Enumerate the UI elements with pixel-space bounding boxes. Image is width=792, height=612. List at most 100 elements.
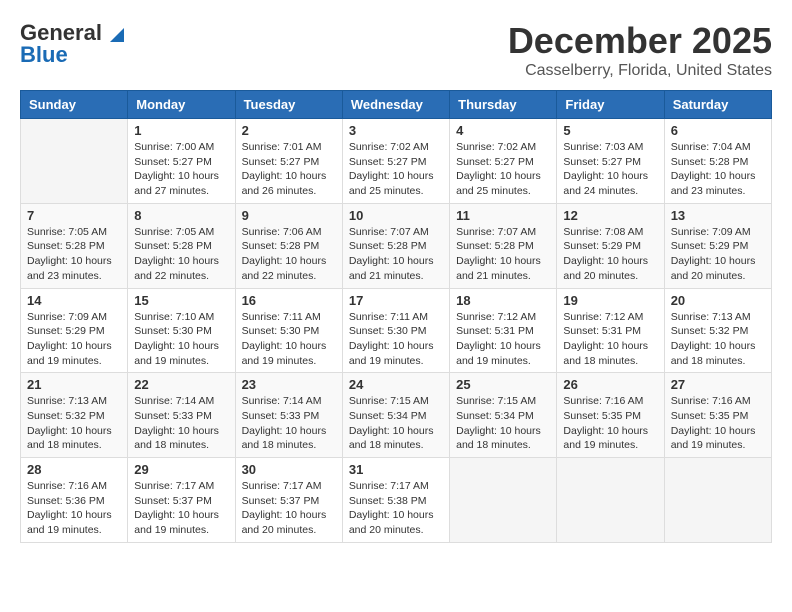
day-info: Sunrise: 7:10 AMSunset: 5:30 PMDaylight:… bbox=[134, 310, 228, 369]
calendar-cell: 29 Sunrise: 7:17 AMSunset: 5:37 PMDayligh… bbox=[128, 458, 235, 543]
calendar-cell: 1 Sunrise: 7:00 AMSunset: 5:27 PMDaylight… bbox=[128, 119, 235, 204]
calendar-cell: 17 Sunrise: 7:11 AMSunset: 5:30 PMDayligh… bbox=[342, 288, 449, 373]
day-info: Sunrise: 7:02 AMSunset: 5:27 PMDaylight:… bbox=[456, 140, 550, 199]
weekday-header-row: SundayMondayTuesdayWednesdayThursdayFrid… bbox=[21, 91, 772, 119]
header-sunday: Sunday bbox=[21, 91, 128, 119]
day-number: 16 bbox=[242, 293, 336, 308]
calendar-cell: 24 Sunrise: 7:15 AMSunset: 5:34 PMDayligh… bbox=[342, 373, 449, 458]
day-info: Sunrise: 7:17 AMSunset: 5:37 PMDaylight:… bbox=[134, 479, 228, 538]
calendar-cell: 30 Sunrise: 7:17 AMSunset: 5:37 PMDayligh… bbox=[235, 458, 342, 543]
day-number: 31 bbox=[349, 462, 443, 477]
week-row-5: 28Sunrise: 7:16 AMSunset: 5:36 PMDayligh… bbox=[21, 458, 772, 543]
calendar-cell: 5 Sunrise: 7:03 AMSunset: 5:27 PMDaylight… bbox=[557, 119, 664, 204]
week-row-4: 21 Sunrise: 7:13 AMSunset: 5:32 PMDayligh… bbox=[21, 373, 772, 458]
calendar-cell: 14Sunrise: 7:09 AMSunset: 5:29 PMDayligh… bbox=[21, 288, 128, 373]
day-number: 20 bbox=[671, 293, 765, 308]
day-number: 25 bbox=[456, 377, 550, 392]
calendar-cell: 27 Sunrise: 7:16 AMSunset: 5:35 PMDayligh… bbox=[664, 373, 771, 458]
day-info: Sunrise: 7:13 AMSunset: 5:32 PMDaylight:… bbox=[27, 394, 121, 453]
day-number: 13 bbox=[671, 208, 765, 223]
calendar-cell bbox=[664, 458, 771, 543]
day-number: 23 bbox=[242, 377, 336, 392]
calendar-cell bbox=[450, 458, 557, 543]
day-info: Sunrise: 7:00 AMSunset: 5:27 PMDaylight:… bbox=[134, 140, 228, 199]
calendar-cell: 19Sunrise: 7:12 AMSunset: 5:31 PMDayligh… bbox=[557, 288, 664, 373]
day-info: Sunrise: 7:01 AMSunset: 5:27 PMDaylight:… bbox=[242, 140, 336, 199]
day-info: Sunrise: 7:14 AMSunset: 5:33 PMDaylight:… bbox=[134, 394, 228, 453]
calendar-cell: 15 Sunrise: 7:10 AMSunset: 5:30 PMDayligh… bbox=[128, 288, 235, 373]
location: Casselberry, Florida, United States bbox=[508, 62, 772, 80]
calendar-cell: 4 Sunrise: 7:02 AMSunset: 5:27 PMDaylight… bbox=[450, 119, 557, 204]
logo-icon bbox=[106, 22, 128, 44]
calendar-cell: 23 Sunrise: 7:14 AMSunset: 5:33 PMDayligh… bbox=[235, 373, 342, 458]
day-info: Sunrise: 7:08 AMSunset: 5:29 PMDaylight:… bbox=[563, 225, 657, 284]
calendar-cell: 12 Sunrise: 7:08 AMSunset: 5:29 PMDayligh… bbox=[557, 203, 664, 288]
week-row-3: 14Sunrise: 7:09 AMSunset: 5:29 PMDayligh… bbox=[21, 288, 772, 373]
day-number: 15 bbox=[134, 293, 228, 308]
calendar-cell: 7Sunrise: 7:05 AMSunset: 5:28 PMDaylight… bbox=[21, 203, 128, 288]
day-info: Sunrise: 7:15 AMSunset: 5:34 PMDaylight:… bbox=[349, 394, 443, 453]
day-number: 21 bbox=[27, 377, 121, 392]
logo-blue-text: Blue bbox=[20, 42, 68, 68]
day-info: Sunrise: 7:05 AMSunset: 5:28 PMDaylight:… bbox=[134, 225, 228, 284]
day-number: 8 bbox=[134, 208, 228, 223]
day-info: Sunrise: 7:12 AMSunset: 5:31 PMDaylight:… bbox=[563, 310, 657, 369]
calendar-cell: 18Sunrise: 7:12 AMSunset: 5:31 PMDayligh… bbox=[450, 288, 557, 373]
day-number: 4 bbox=[456, 123, 550, 138]
logo: General Blue bbox=[20, 20, 128, 68]
day-number: 29 bbox=[134, 462, 228, 477]
header-thursday: Thursday bbox=[450, 91, 557, 119]
day-info: Sunrise: 7:13 AMSunset: 5:32 PMDaylight:… bbox=[671, 310, 765, 369]
header-friday: Friday bbox=[557, 91, 664, 119]
week-row-2: 7 Sunrise: 7:05 AMSunset: 5:28 PMDaylight… bbox=[21, 203, 772, 288]
day-info: Sunrise: 7:16 AMSunset: 5:35 PMDaylight:… bbox=[671, 394, 765, 453]
day-info: Sunrise: 7:07 AMSunset: 5:28 PMDaylight:… bbox=[456, 225, 550, 284]
day-number: 24 bbox=[349, 377, 443, 392]
day-info: Sunrise: 7:11 AMSunset: 5:30 PMDaylight:… bbox=[242, 310, 336, 369]
day-number: 30 bbox=[242, 462, 336, 477]
calendar-cell bbox=[21, 119, 128, 204]
day-info: Sunrise: 7:17 AMSunset: 5:37 PMDaylight:… bbox=[242, 479, 336, 538]
day-info: Sunrise: 7:03 AMSunset: 5:27 PMDaylight:… bbox=[563, 140, 657, 199]
header-tuesday: Tuesday bbox=[235, 91, 342, 119]
calendar-cell: 13 Sunrise: 7:09 AMSunset: 5:29 PMDayligh… bbox=[664, 203, 771, 288]
day-number: 11 bbox=[456, 208, 550, 223]
header: General Blue December 2025 Casselberry, … bbox=[20, 20, 772, 80]
day-number: 2 bbox=[242, 123, 336, 138]
day-number: 7 bbox=[27, 208, 121, 223]
day-info: Sunrise: 7:16 AMSunset: 5:36 PMDaylight:… bbox=[27, 479, 121, 538]
day-info: Sunrise: 7:07 AMSunset: 5:28 PMDaylight:… bbox=[349, 225, 443, 284]
day-number: 26 bbox=[563, 377, 657, 392]
calendar-cell: 31Sunrise: 7:17 AMSunset: 5:38 PMDayligh… bbox=[342, 458, 449, 543]
calendar-cell: 16 Sunrise: 7:11 AMSunset: 5:30 PMDayligh… bbox=[235, 288, 342, 373]
day-number: 6 bbox=[671, 123, 765, 138]
day-number: 18 bbox=[456, 293, 550, 308]
calendar-cell: 11 Sunrise: 7:07 AMSunset: 5:28 PMDayligh… bbox=[450, 203, 557, 288]
day-info: Sunrise: 7:14 AMSunset: 5:33 PMDaylight:… bbox=[242, 394, 336, 453]
calendar-cell: 3Sunrise: 7:02 AMSunset: 5:27 PMDaylight… bbox=[342, 119, 449, 204]
week-row-1: 1 Sunrise: 7:00 AMSunset: 5:27 PMDaylight… bbox=[21, 119, 772, 204]
day-info: Sunrise: 7:15 AMSunset: 5:34 PMDaylight:… bbox=[456, 394, 550, 453]
calendar-cell: 2 Sunrise: 7:01 AMSunset: 5:27 PMDaylight… bbox=[235, 119, 342, 204]
day-info: Sunrise: 7:11 AMSunset: 5:30 PMDaylight:… bbox=[349, 310, 443, 369]
day-number: 12 bbox=[563, 208, 657, 223]
header-saturday: Saturday bbox=[664, 91, 771, 119]
day-number: 14 bbox=[27, 293, 121, 308]
day-info: Sunrise: 7:02 AMSunset: 5:27 PMDaylight:… bbox=[349, 140, 443, 199]
calendar-cell: 10 Sunrise: 7:07 AMSunset: 5:28 PMDayligh… bbox=[342, 203, 449, 288]
month-title: December 2025 bbox=[508, 20, 772, 62]
day-info: Sunrise: 7:16 AMSunset: 5:35 PMDaylight:… bbox=[563, 394, 657, 453]
calendar-cell: 22 Sunrise: 7:14 AMSunset: 5:33 PMDayligh… bbox=[128, 373, 235, 458]
day-info: Sunrise: 7:04 AMSunset: 5:28 PMDaylight:… bbox=[671, 140, 765, 199]
day-info: Sunrise: 7:09 AMSunset: 5:29 PMDaylight:… bbox=[671, 225, 765, 284]
day-number: 22 bbox=[134, 377, 228, 392]
day-number: 10 bbox=[349, 208, 443, 223]
calendar: SundayMondayTuesdayWednesdayThursdayFrid… bbox=[20, 90, 772, 543]
calendar-cell: 8 Sunrise: 7:05 AMSunset: 5:28 PMDaylight… bbox=[128, 203, 235, 288]
day-number: 27 bbox=[671, 377, 765, 392]
calendar-cell: 26 Sunrise: 7:16 AMSunset: 5:35 PMDayligh… bbox=[557, 373, 664, 458]
day-number: 1 bbox=[134, 123, 228, 138]
day-number: 5 bbox=[563, 123, 657, 138]
calendar-cell: 25 Sunrise: 7:15 AMSunset: 5:34 PMDayligh… bbox=[450, 373, 557, 458]
day-number: 17 bbox=[349, 293, 443, 308]
